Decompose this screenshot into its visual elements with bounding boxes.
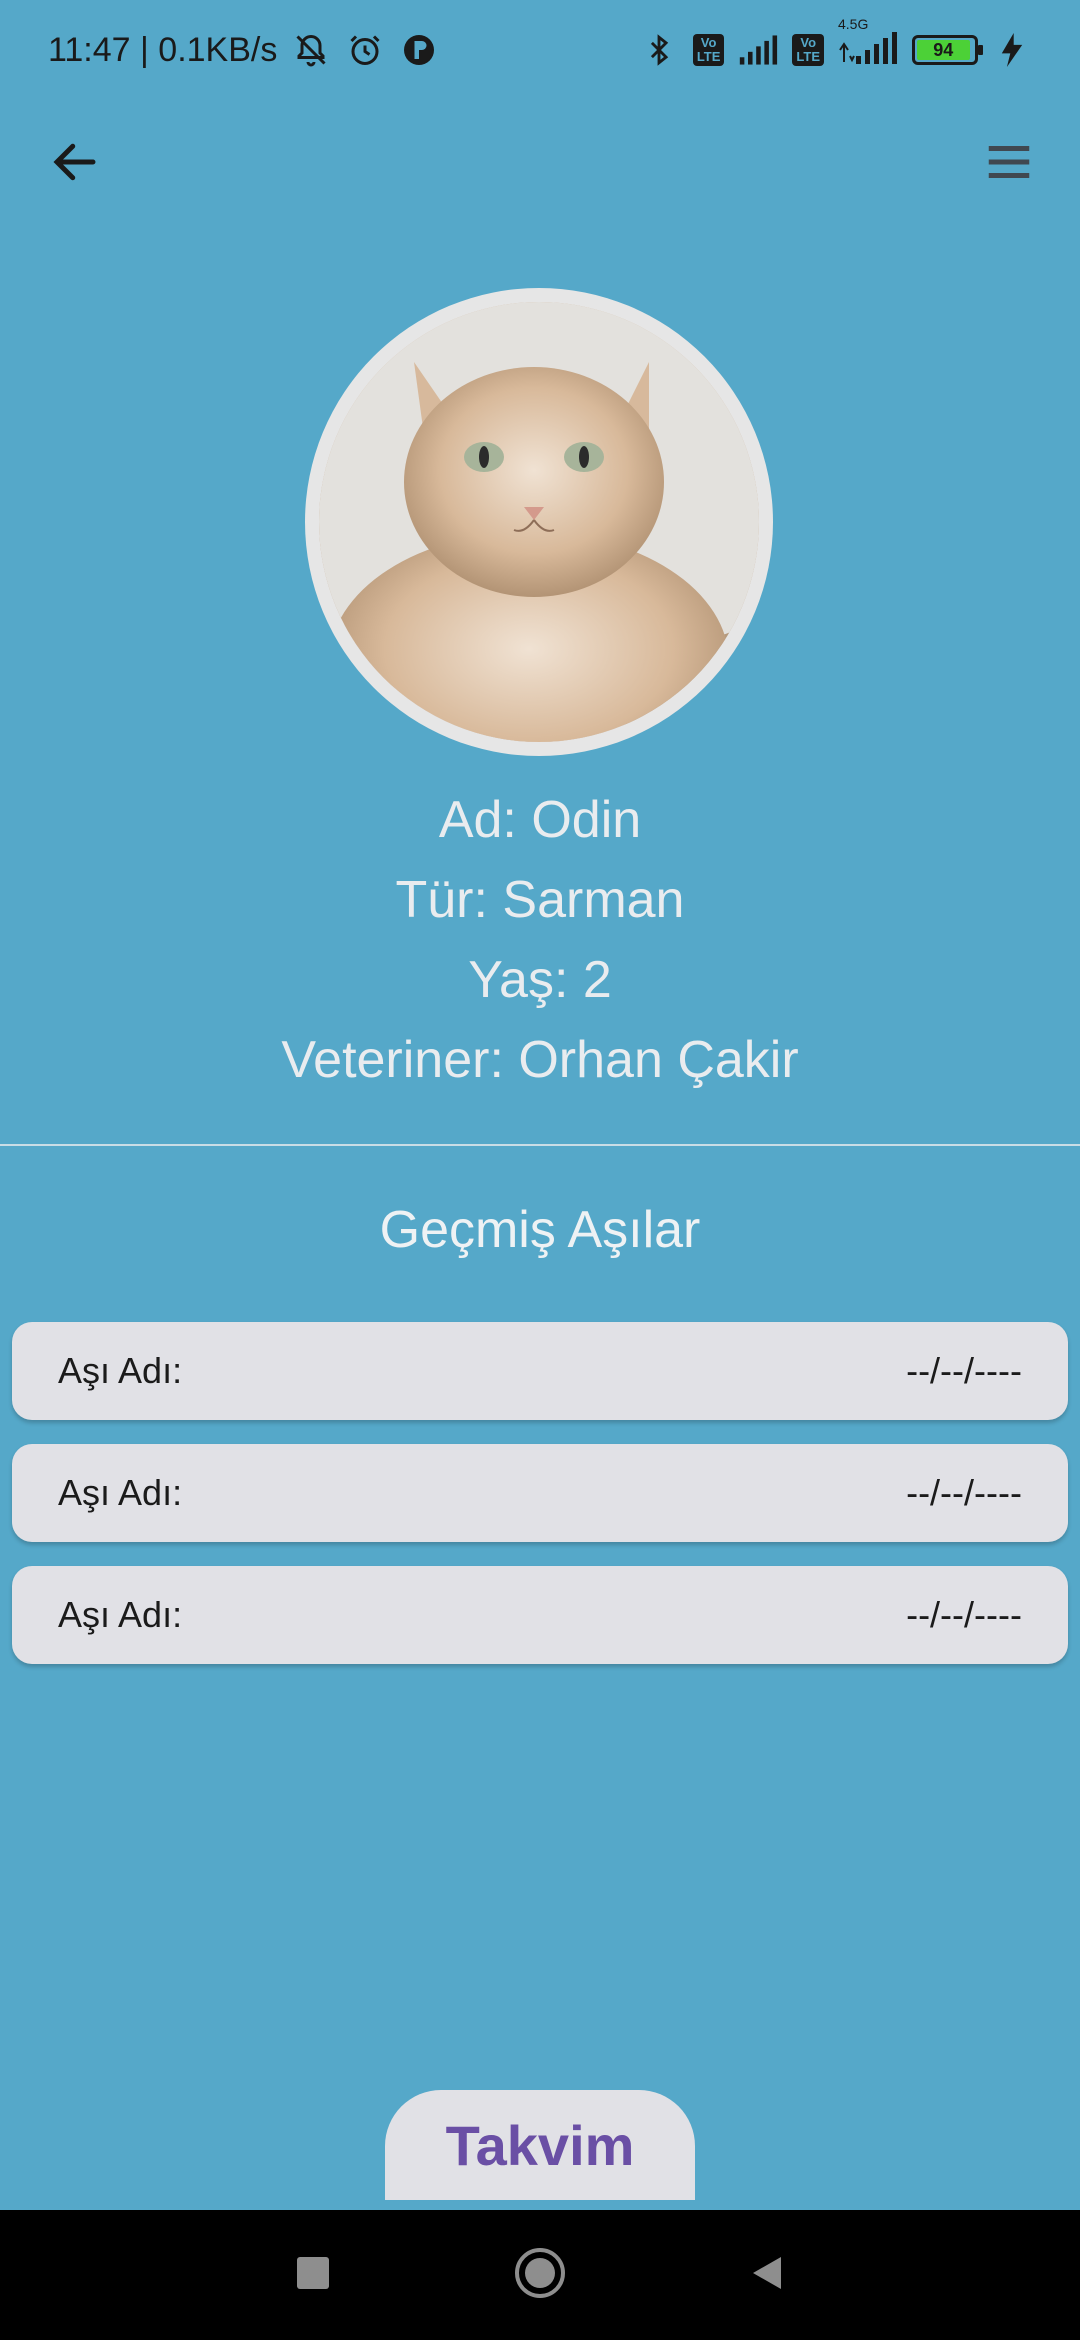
cat-photo-icon (319, 302, 759, 742)
arrow-left-icon (48, 135, 102, 192)
vaccine-name-label: Aşı Adı: (58, 1350, 183, 1391)
nav-recents-button[interactable] (273, 2235, 353, 2315)
vaccine-name-label: Aşı Adı: (58, 1594, 183, 1635)
app-bar (0, 110, 1080, 210)
vaccine-date: --/--/---- (906, 1472, 1022, 1513)
signal-icon-2 (839, 31, 897, 64)
volte-badge-2: Vo LTE (792, 34, 824, 66)
circle-icon (513, 2246, 567, 2305)
battery-level: 94 (917, 40, 970, 60)
pet-avatar-photo (319, 302, 759, 742)
pet-vet: Veteriner: Orhan Çakir (281, 1031, 799, 1089)
status-time-speed: 11:47 | 0.1KB/s (48, 30, 278, 69)
divider (0, 1144, 1080, 1146)
vaccines-section-title: Geçmiş Aşılar (379, 1201, 701, 1259)
triangle-left-icon (747, 2253, 787, 2298)
bell-muted-icon (291, 30, 331, 70)
status-left: 11:47 | 0.1KB/s (48, 30, 439, 70)
signal-icon-1 (738, 30, 778, 70)
vaccine-date: --/--/---- (906, 1350, 1022, 1391)
back-button[interactable] (40, 128, 110, 198)
square-icon (295, 2255, 331, 2296)
pet-info: Ad: Odin Tür: Sarman Yaş: 2 Veteriner: O… (0, 780, 1080, 1100)
pet-age: Yaş: 2 (468, 951, 612, 1009)
system-nav-bar (0, 2210, 1080, 2340)
bluetooth-icon (639, 30, 679, 70)
status-bar: 11:47 | 0.1KB/s Vo LTE Vo LTE 4.5G 94 (0, 0, 1080, 100)
hamburger-menu-icon (982, 135, 1036, 192)
vaccine-name-label: Aşı Adı: (58, 1472, 183, 1513)
nav-home-button[interactable] (500, 2235, 580, 2315)
status-right: Vo LTE Vo LTE 4.5G 94 (639, 16, 1032, 71)
app-notification-icon (399, 30, 439, 70)
menu-button[interactable] (974, 128, 1044, 198)
battery-icon: 94 (912, 35, 983, 65)
vaccine-row[interactable]: Aşı Adı: --/--/---- (12, 1566, 1068, 1664)
charging-bolt-icon (992, 30, 1032, 70)
volte-badge-1: Vo LTE (692, 34, 725, 66)
pet-avatar-frame (305, 288, 773, 756)
vaccine-row[interactable]: Aşı Adı: --/--/---- (12, 1322, 1068, 1420)
pet-type: Tür: Sarman (395, 871, 685, 929)
signal-group-2: 4.5G (838, 16, 898, 71)
vaccine-list: Aşı Adı: --/--/---- Aşı Adı: --/--/---- … (12, 1322, 1068, 1688)
vaccine-row[interactable]: Aşı Adı: --/--/---- (12, 1444, 1068, 1542)
vaccine-date: --/--/---- (906, 1594, 1022, 1635)
network-label-2: 4.5G (838, 15, 869, 32)
calendar-button[interactable]: Takvim (385, 2090, 695, 2200)
alarm-icon (345, 30, 385, 70)
pet-name: Ad: Odin (438, 791, 642, 849)
nav-back-button[interactable] (727, 2235, 807, 2315)
